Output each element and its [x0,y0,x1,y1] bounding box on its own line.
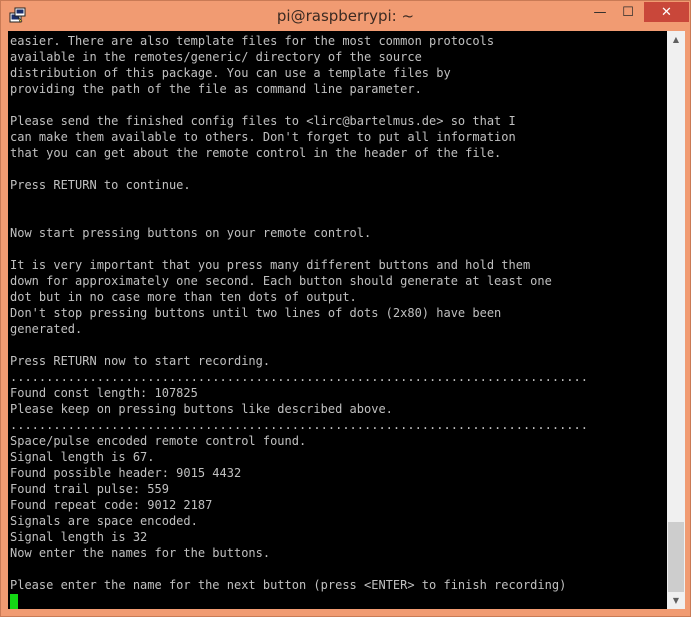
terminal-line: providing the path of the file as comman… [10,82,422,96]
terminal-line: Signal length is 67. [10,450,155,464]
minimize-button[interactable]: — [587,2,613,22]
terminal-line: that you can get about the remote contro… [10,146,502,160]
terminal-line: dot but in no case more than ten dots of… [10,290,357,304]
terminal-line: Please enter the name for the next butto… [10,578,567,592]
terminal-line: Found possible header: 9015 4432 [10,466,242,480]
terminal-line: Please keep on pressing buttons like des… [10,402,393,416]
scrollbar-track[interactable] [667,48,685,592]
terminal-line: Found trail pulse: 559 [10,482,169,496]
terminal-line: Signal length is 32 [10,530,148,544]
terminal-line: available in the remotes/generic/ direct… [10,50,422,64]
terminal-line: Found repeat code: 9012 2187 [10,498,213,512]
scrollbar-thumb[interactable] [668,522,684,592]
terminal-line: Now start pressing buttons on your remot… [10,226,372,240]
terminal-cursor [10,594,18,609]
terminal-line: Found const length: 107825 [10,386,198,400]
putty-window: pi@raspberrypi: ~ — ☐ ✕ easier. There ar… [0,0,691,617]
terminal-line: Press RETURN to continue. [10,178,191,192]
terminal-line: Space/pulse encoded remote control found… [10,434,307,448]
terminal-line: Now enter the names for the buttons. [10,546,271,560]
terminal-line: easier. There are also template files fo… [10,34,495,48]
scroll-down-arrow-icon[interactable]: ▼ [667,592,685,609]
title-bar[interactable]: pi@raspberrypi: ~ — ☐ ✕ [1,1,690,31]
maximize-button[interactable]: ☐ [615,2,641,22]
terminal-line: generated. [10,322,83,336]
terminal-line: ........................................… [10,418,588,432]
terminal-line: can make them available to others. Don't… [10,130,516,144]
scroll-up-arrow-icon[interactable]: ▲ [667,31,685,48]
terminal-line: Please send the finished config files to… [10,114,516,128]
terminal-line: Signals are space encoded. [10,514,198,528]
terminal-line: It is very important that you press many… [10,258,531,272]
terminal-line: Don't stop pressing buttons until two li… [10,306,502,320]
terminal-line: distribution of this package. You can us… [10,66,451,80]
terminal-output: easier. There are also template files fo… [10,33,588,609]
vertical-scrollbar[interactable]: ▲ ▼ [667,31,685,609]
terminal-screen[interactable]: easier. There are also template files fo… [8,31,667,609]
terminal-line: down for approximately one second. Each … [10,274,552,288]
prompt-line[interactable] [10,593,588,609]
terminal-line: Press RETURN now to start recording. [10,354,271,368]
terminal-line: ........................................… [10,370,588,384]
close-button[interactable]: ✕ [644,2,689,22]
